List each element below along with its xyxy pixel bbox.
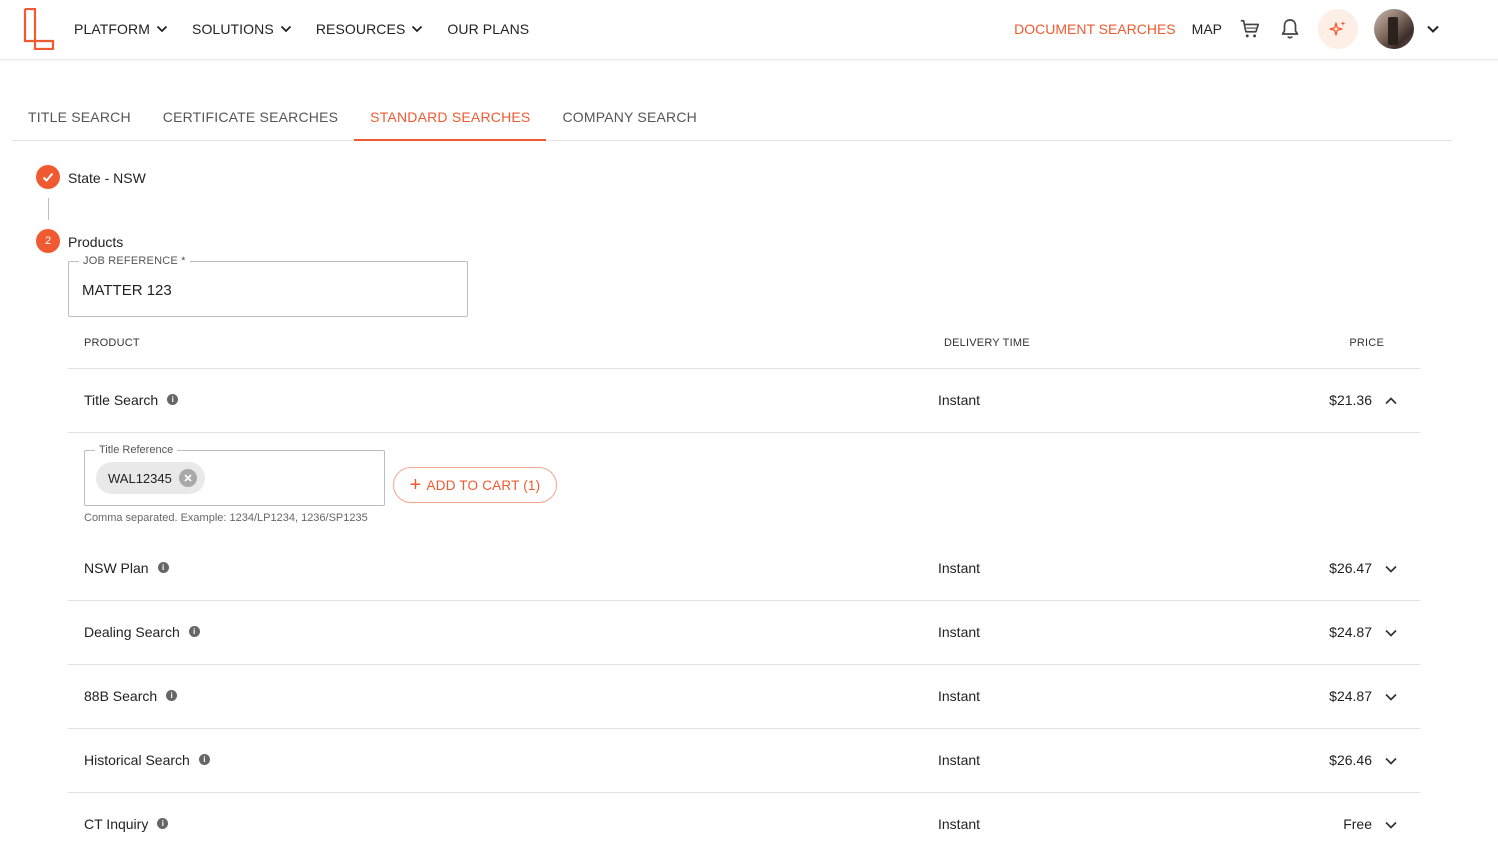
price: Free xyxy=(1343,816,1372,832)
nav-platform[interactable]: PLATFORM xyxy=(74,21,168,37)
close-icon xyxy=(184,474,192,482)
info-icon[interactable]: i xyxy=(157,561,169,573)
product-name-text: Historical Search xyxy=(84,752,190,768)
bell-icon xyxy=(1281,19,1299,39)
cart-icon xyxy=(1240,19,1260,38)
table-row[interactable]: Historical Search i Instant $26.46 xyxy=(68,729,1420,793)
add-to-cart-button[interactable]: + ADD TO CART (1) xyxy=(393,467,557,503)
chevron-down-icon xyxy=(156,25,168,33)
map-link[interactable]: MAP xyxy=(1192,21,1222,37)
chevron-down-icon[interactable] xyxy=(1384,754,1398,768)
product-name: Historical Search i xyxy=(84,752,210,768)
step-products-label: Products xyxy=(68,234,124,250)
product-name-text: NSW Plan xyxy=(84,560,149,576)
product-name-text: 88B Search xyxy=(84,688,158,704)
info-icon[interactable]: i xyxy=(166,689,178,701)
product-name: 88B Search i xyxy=(84,688,178,704)
product-name: NSW Plan i xyxy=(84,560,169,576)
delivery-time: Instant xyxy=(938,816,981,832)
header-price: PRICE xyxy=(1349,337,1384,349)
nav-solutions-label: SOLUTIONS xyxy=(192,21,274,37)
nav-solutions[interactable]: SOLUTIONS xyxy=(192,21,292,37)
table-row[interactable]: Dealing Search i Instant $24.87 xyxy=(68,601,1420,665)
nav-our-plans[interactable]: OUR PLANS xyxy=(447,21,529,37)
step-connector xyxy=(48,198,49,220)
search-tabs: TITLE SEARCH CERTIFICATE SEARCHES STANDA… xyxy=(12,94,1452,141)
job-reference-input[interactable]: MATTER 123 xyxy=(82,282,172,299)
table-header: PRODUCT DELIVERY TIME PRICE xyxy=(68,320,1420,369)
tab-company-search[interactable]: COMPANY SEARCH xyxy=(546,94,713,140)
chevron-down-icon[interactable] xyxy=(1384,818,1398,832)
right-nav: DOCUMENT SEARCHES MAP xyxy=(1014,0,1498,58)
header-product: PRODUCT xyxy=(84,337,140,349)
product-name: CT Inquiry i xyxy=(84,816,169,832)
product-name-text: Title Search xyxy=(84,392,159,408)
tab-standard-searches[interactable]: STANDARD SEARCHES xyxy=(354,94,547,141)
info-icon[interactable]: i xyxy=(157,817,169,829)
chevron-down-icon xyxy=(280,25,291,33)
delivery-time: Instant xyxy=(938,688,981,704)
nav-platform-label: PLATFORM xyxy=(74,21,150,37)
tab-certificate-searches[interactable]: CERTIFICATE SEARCHES xyxy=(147,94,354,140)
info-icon[interactable]: i xyxy=(198,753,210,765)
info-icon[interactable]: i xyxy=(167,393,179,405)
product-name: Dealing Search i xyxy=(84,624,200,640)
price: $21.36 xyxy=(1329,392,1372,408)
main-nav: PLATFORM SOLUTIONS RESOURCES OUR PLANS xyxy=(74,0,553,58)
price: $26.47 xyxy=(1329,560,1372,576)
step-state-label[interactable]: State - NSW xyxy=(68,170,146,186)
cart-button[interactable] xyxy=(1238,17,1262,41)
top-bar: PLATFORM SOLUTIONS RESOURCES OUR PLANS D… xyxy=(0,0,1498,60)
chevron-down-icon xyxy=(412,25,423,33)
title-reference-helper: Comma separated. Example: 1234/LP1234, 1… xyxy=(84,512,368,524)
chevron-down-icon[interactable] xyxy=(1426,22,1440,36)
price: $26.46 xyxy=(1329,752,1372,768)
job-reference-field[interactable]: JOB REFERENCE * MATTER 123 xyxy=(68,255,468,317)
title-reference-label: Title Reference xyxy=(95,444,178,456)
info-icon[interactable]: i xyxy=(188,625,200,637)
step-complete-icon xyxy=(36,165,60,189)
product-name: Title Search i xyxy=(84,392,179,408)
product-table: PRODUCT DELIVERY TIME PRICE Title Search… xyxy=(68,320,1420,857)
title-search-details: Title Reference WAL12345 Comma separated… xyxy=(68,433,1420,537)
table-row[interactable]: NSW Plan i Instant $26.47 xyxy=(68,537,1420,601)
title-reference-chip[interactable]: WAL12345 xyxy=(96,462,205,494)
delivery-time: Instant xyxy=(938,560,981,576)
delivery-time: Instant xyxy=(938,624,981,640)
nav-resources-label: RESOURCES xyxy=(315,21,406,37)
delivery-time: Instant xyxy=(938,392,981,408)
chevron-down-icon[interactable] xyxy=(1384,562,1398,576)
nav-our-plans-label: OUR PLANS xyxy=(447,21,530,37)
job-reference-label: JOB REFERENCE * xyxy=(79,255,190,267)
chevron-down-icon[interactable] xyxy=(1384,690,1398,704)
product-name-text: Dealing Search xyxy=(84,624,180,640)
header-delivery-time: DELIVERY TIME xyxy=(944,337,1030,349)
delivery-time: Instant xyxy=(938,752,981,768)
table-row[interactable]: Title Search i Instant $21.36 xyxy=(68,369,1420,433)
document-searches-link[interactable]: DOCUMENT SEARCHES xyxy=(1014,21,1176,37)
chip-label: WAL12345 xyxy=(108,470,172,486)
notifications-button[interactable] xyxy=(1278,17,1302,41)
logo-icon[interactable] xyxy=(22,8,56,50)
price: $24.87 xyxy=(1329,624,1372,640)
price: $24.87 xyxy=(1329,688,1372,704)
table-row[interactable]: 88B Search i Instant $24.87 xyxy=(68,665,1420,729)
sparkle-icon xyxy=(1329,21,1346,36)
title-reference-field[interactable]: Title Reference WAL12345 xyxy=(84,444,385,506)
plus-icon: + xyxy=(409,474,422,496)
nav-resources[interactable]: RESOURCES xyxy=(316,21,424,37)
step-number-icon: 2 xyxy=(36,229,60,253)
chip-remove-icon[interactable] xyxy=(178,469,197,487)
avatar[interactable] xyxy=(1374,9,1414,49)
check-icon xyxy=(42,172,54,182)
chevron-up-icon[interactable] xyxy=(1384,394,1398,408)
add-to-cart-label: ADD TO CART (1) xyxy=(426,477,541,493)
product-name-text: CT Inquiry xyxy=(84,816,149,832)
ai-assistant-button[interactable] xyxy=(1318,9,1358,49)
table-row[interactable]: CT Inquiry i Instant Free xyxy=(68,793,1420,857)
tab-title-search[interactable]: TITLE SEARCH xyxy=(12,94,147,140)
chevron-down-icon[interactable] xyxy=(1384,626,1398,640)
